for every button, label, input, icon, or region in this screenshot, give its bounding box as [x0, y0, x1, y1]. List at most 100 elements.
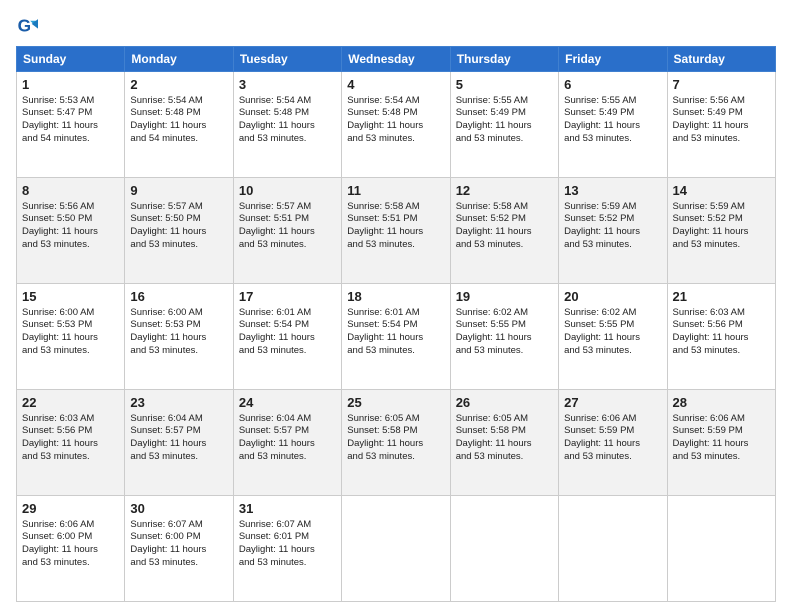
day-info-line: Sunset: 5:56 PM — [673, 319, 770, 332]
day-number: 7 — [673, 76, 770, 94]
day-info-line: and 53 minutes. — [564, 239, 661, 252]
day-info-line: and 53 minutes. — [22, 239, 119, 252]
col-header-monday: Monday — [125, 47, 233, 72]
calendar-table: SundayMondayTuesdayWednesdayThursdayFrid… — [16, 46, 776, 602]
calendar-cell — [559, 496, 667, 602]
day-info-line: Sunset: 5:48 PM — [239, 107, 336, 120]
col-header-saturday: Saturday — [667, 47, 775, 72]
calendar-cell: 11Sunrise: 5:58 AMSunset: 5:51 PMDayligh… — [342, 178, 450, 284]
day-info-line: Daylight: 11 hours — [347, 226, 444, 239]
day-info-line: Sunrise: 6:01 AM — [347, 307, 444, 320]
day-number: 8 — [22, 182, 119, 200]
day-info-line: Daylight: 11 hours — [22, 226, 119, 239]
day-info-line: Daylight: 11 hours — [239, 438, 336, 451]
day-number: 21 — [673, 288, 770, 306]
week-row-2: 8Sunrise: 5:56 AMSunset: 5:50 PMDaylight… — [17, 178, 776, 284]
day-info-line: and 53 minutes. — [673, 133, 770, 146]
calendar-cell: 31Sunrise: 6:07 AMSunset: 6:01 PMDayligh… — [233, 496, 341, 602]
day-info-line: Sunset: 5:55 PM — [564, 319, 661, 332]
day-info-line: and 53 minutes. — [239, 133, 336, 146]
day-info-line: and 53 minutes. — [22, 345, 119, 358]
day-info-line: Sunrise: 5:55 AM — [456, 95, 553, 108]
day-info-line: and 53 minutes. — [673, 345, 770, 358]
day-info-line: Daylight: 11 hours — [673, 438, 770, 451]
day-number: 3 — [239, 76, 336, 94]
day-info-line: Daylight: 11 hours — [22, 332, 119, 345]
day-info-line: Daylight: 11 hours — [239, 544, 336, 557]
calendar-cell: 18Sunrise: 6:01 AMSunset: 5:54 PMDayligh… — [342, 284, 450, 390]
day-info-line: Daylight: 11 hours — [22, 438, 119, 451]
day-info-line: Sunset: 5:52 PM — [564, 213, 661, 226]
day-info-line: Daylight: 11 hours — [130, 438, 227, 451]
calendar-cell: 27Sunrise: 6:06 AMSunset: 5:59 PMDayligh… — [559, 390, 667, 496]
day-info-line: and 53 minutes. — [130, 345, 227, 358]
day-number: 27 — [564, 394, 661, 412]
day-info-line: and 53 minutes. — [239, 557, 336, 570]
svg-text:G: G — [18, 16, 31, 36]
day-info-line: Daylight: 11 hours — [564, 332, 661, 345]
day-info-line: Sunrise: 5:59 AM — [673, 201, 770, 214]
day-info-line: Daylight: 11 hours — [22, 120, 119, 133]
day-info-line: Sunrise: 5:56 AM — [22, 201, 119, 214]
day-info-line: and 53 minutes. — [347, 133, 444, 146]
day-info-line: Daylight: 11 hours — [673, 226, 770, 239]
day-number: 14 — [673, 182, 770, 200]
col-header-friday: Friday — [559, 47, 667, 72]
calendar-cell: 25Sunrise: 6:05 AMSunset: 5:58 PMDayligh… — [342, 390, 450, 496]
day-number: 20 — [564, 288, 661, 306]
day-info-line: Daylight: 11 hours — [130, 120, 227, 133]
day-info-line: and 53 minutes. — [456, 451, 553, 464]
day-info-line: and 53 minutes. — [22, 451, 119, 464]
day-number: 4 — [347, 76, 444, 94]
day-number: 9 — [130, 182, 227, 200]
day-number: 2 — [130, 76, 227, 94]
day-info-line: and 53 minutes. — [456, 239, 553, 252]
day-info-line: Sunset: 5:48 PM — [347, 107, 444, 120]
day-info-line: Sunset: 5:53 PM — [22, 319, 119, 332]
calendar-cell: 14Sunrise: 5:59 AMSunset: 5:52 PMDayligh… — [667, 178, 775, 284]
day-info-line: and 53 minutes. — [130, 451, 227, 464]
day-info-line: Daylight: 11 hours — [347, 332, 444, 345]
day-info-line: Sunrise: 5:54 AM — [239, 95, 336, 108]
day-info-line: Sunset: 5:52 PM — [456, 213, 553, 226]
day-info-line: Daylight: 11 hours — [239, 226, 336, 239]
day-info-line: Sunset: 5:57 PM — [239, 425, 336, 438]
day-number: 31 — [239, 500, 336, 518]
day-info-line: Sunset: 5:56 PM — [22, 425, 119, 438]
calendar-cell: 19Sunrise: 6:02 AMSunset: 5:55 PMDayligh… — [450, 284, 558, 390]
day-info-line: Sunrise: 6:00 AM — [130, 307, 227, 320]
col-header-tuesday: Tuesday — [233, 47, 341, 72]
day-info-line: and 53 minutes. — [456, 345, 553, 358]
day-info-line: Sunrise: 6:00 AM — [22, 307, 119, 320]
day-info-line: and 53 minutes. — [564, 451, 661, 464]
day-info-line: and 53 minutes. — [130, 557, 227, 570]
day-number: 11 — [347, 182, 444, 200]
calendar-cell: 5Sunrise: 5:55 AMSunset: 5:49 PMDaylight… — [450, 72, 558, 178]
day-info-line: and 53 minutes. — [673, 239, 770, 252]
day-info-line: Sunset: 5:49 PM — [673, 107, 770, 120]
day-info-line: and 53 minutes. — [239, 239, 336, 252]
week-row-4: 22Sunrise: 6:03 AMSunset: 5:56 PMDayligh… — [17, 390, 776, 496]
calendar-cell: 13Sunrise: 5:59 AMSunset: 5:52 PMDayligh… — [559, 178, 667, 284]
day-info-line: Daylight: 11 hours — [239, 332, 336, 345]
day-info-line: Daylight: 11 hours — [347, 438, 444, 451]
day-info-line: Sunrise: 6:06 AM — [673, 413, 770, 426]
day-info-line: Sunrise: 6:06 AM — [564, 413, 661, 426]
calendar-cell: 6Sunrise: 5:55 AMSunset: 5:49 PMDaylight… — [559, 72, 667, 178]
day-info-line: and 53 minutes. — [564, 133, 661, 146]
calendar-cell: 22Sunrise: 6:03 AMSunset: 5:56 PMDayligh… — [17, 390, 125, 496]
day-info-line: Sunrise: 5:59 AM — [564, 201, 661, 214]
day-info-line: Daylight: 11 hours — [347, 120, 444, 133]
day-info-line: Daylight: 11 hours — [456, 120, 553, 133]
header: G — [16, 16, 776, 38]
day-info-line: Sunrise: 6:02 AM — [564, 307, 661, 320]
day-info-line: Sunset: 5:55 PM — [456, 319, 553, 332]
calendar-cell: 8Sunrise: 5:56 AMSunset: 5:50 PMDaylight… — [17, 178, 125, 284]
day-info-line: Sunset: 5:49 PM — [564, 107, 661, 120]
day-info-line: Sunrise: 5:57 AM — [239, 201, 336, 214]
day-info-line: Sunset: 5:48 PM — [130, 107, 227, 120]
calendar-cell — [342, 496, 450, 602]
day-number: 22 — [22, 394, 119, 412]
day-info-line: and 53 minutes. — [347, 451, 444, 464]
day-info-line: and 53 minutes. — [564, 345, 661, 358]
